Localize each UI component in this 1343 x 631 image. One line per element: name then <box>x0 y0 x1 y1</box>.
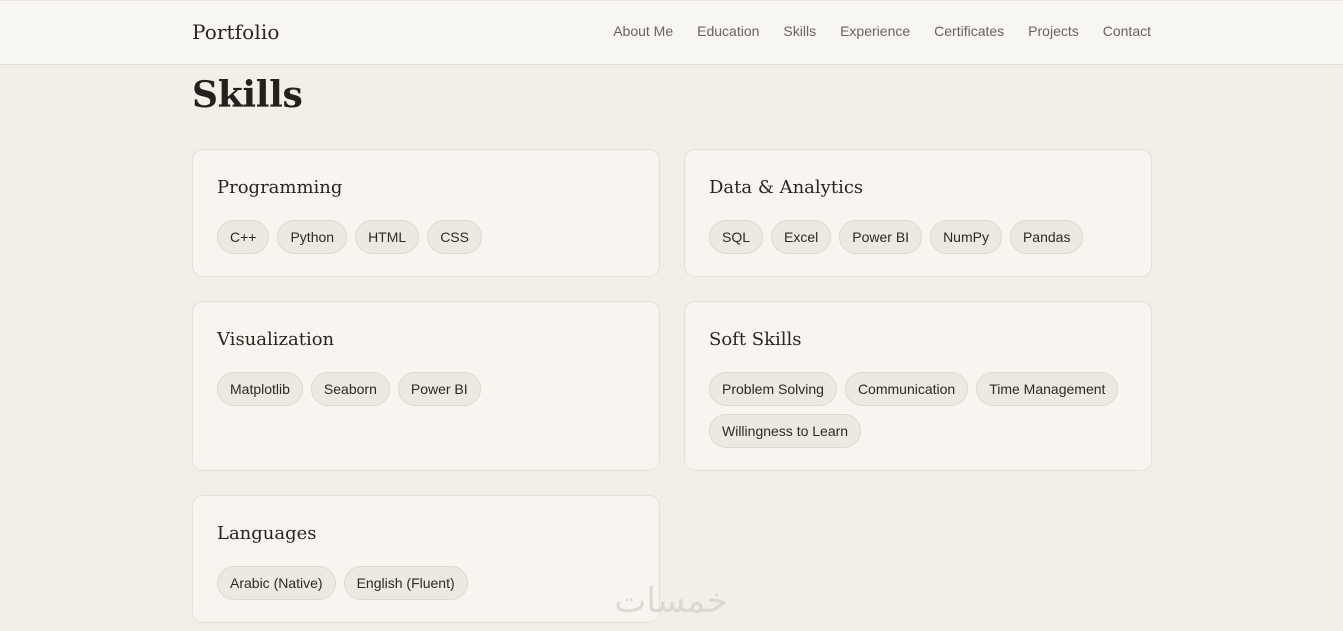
nav-experience[interactable]: Experience <box>840 23 910 39</box>
skill-chip-list: C++ Python HTML CSS <box>217 220 635 254</box>
skill-chip: C++ <box>217 220 270 254</box>
brand-logo[interactable]: Portfolio <box>192 20 279 44</box>
skill-chip: Pandas <box>1009 220 1084 254</box>
nav-projects[interactable]: Projects <box>1028 23 1079 39</box>
skill-chip: Communication <box>844 372 969 406</box>
skill-card-visualization: Visualization Matplotlib Seaborn Power B… <box>192 301 660 471</box>
skill-chip: NumPy <box>930 220 1002 254</box>
nav-skills[interactable]: Skills <box>783 23 816 39</box>
nav-certificates[interactable]: Certificates <box>934 23 1004 39</box>
skill-chip: English (Fluent) <box>343 566 468 600</box>
main-nav: About Me Education Skills Experience Cer… <box>613 23 1151 39</box>
skill-chip: Python <box>277 220 348 254</box>
skill-chip: Power BI <box>397 372 481 406</box>
nav-about-me[interactable]: About Me <box>613 23 673 39</box>
skill-chip-list: Matplotlib Seaborn Power BI <box>217 372 635 406</box>
page-title: Skills <box>192 74 303 116</box>
skill-chip: Power BI <box>839 220 923 254</box>
site-header: Portfolio About Me Education Skills Expe… <box>0 0 1343 65</box>
card-title: Visualization <box>217 329 335 350</box>
skill-chip: Problem Solving <box>709 372 837 406</box>
skill-card-programming: Programming C++ Python HTML CSS <box>192 149 660 277</box>
skill-chip-list: Arabic (Native) English (Fluent) <box>217 566 635 600</box>
card-title: Soft Skills <box>709 329 802 350</box>
skill-card-data-analytics: Data & Analytics SQL Excel Power BI NumP… <box>684 149 1152 277</box>
skill-chip: Willingness to Learn <box>709 414 862 448</box>
card-title: Data & Analytics <box>709 177 864 198</box>
skill-chip: SQL <box>709 220 764 254</box>
skill-chip: Time Management <box>976 372 1119 406</box>
skill-chip: Seaborn <box>310 372 390 406</box>
skill-chip: Arabic (Native) <box>217 566 336 600</box>
skill-chip: Excel <box>771 220 832 254</box>
watermark-logo: خمسات <box>614 581 728 621</box>
skill-chip-list: Problem Solving Communication Time Manag… <box>709 372 1127 448</box>
skill-chip: CSS <box>427 220 482 254</box>
skill-chip: Matplotlib <box>217 372 303 406</box>
skill-chip-list: SQL Excel Power BI NumPy Pandas <box>709 220 1127 254</box>
skill-card-soft-skills: Soft Skills Problem Solving Communicatio… <box>684 301 1152 471</box>
card-title: Programming <box>217 177 343 198</box>
card-title: Languages <box>217 523 317 544</box>
skill-chip: HTML <box>355 220 420 254</box>
nav-education[interactable]: Education <box>697 23 759 39</box>
nav-contact[interactable]: Contact <box>1103 23 1151 39</box>
